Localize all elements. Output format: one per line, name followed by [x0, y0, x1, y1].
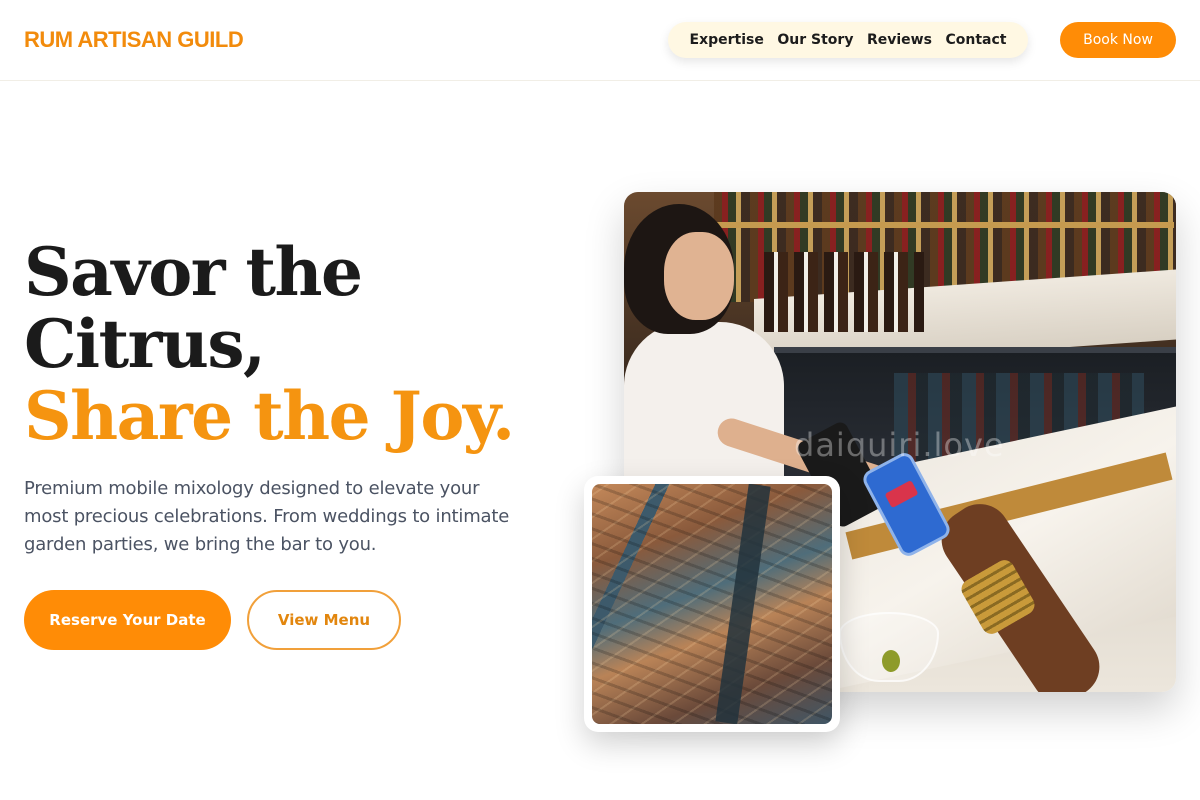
wine-bottles	[764, 252, 924, 332]
inset-photo-frame	[584, 476, 840, 732]
nav-link-reviews[interactable]: Reviews	[867, 32, 932, 48]
nav-link-our-story[interactable]: Our Story	[777, 32, 853, 48]
site-header: RUM ARTISAN GUILD Expertise Our Story Re…	[0, 0, 1200, 81]
coastal-rocks-photo	[592, 484, 832, 724]
headline-line-1: Savor the	[24, 233, 363, 311]
headline-accent: Share the Joy.	[24, 377, 515, 455]
reserve-date-button[interactable]: Reserve Your Date	[24, 590, 231, 650]
nav-link-expertise[interactable]: Expertise	[690, 32, 764, 48]
book-now-button[interactable]: Book Now	[1060, 22, 1176, 58]
hero-description: Premium mobile mixology designed to elev…	[24, 478, 510, 555]
brand-logo[interactable]: RUM ARTISAN GUILD	[24, 27, 244, 53]
headline-line-2: Citrus,	[24, 305, 266, 383]
bartender-face	[664, 232, 734, 320]
main-nav: Expertise Our Story Reviews Contact	[668, 22, 1028, 58]
nav-link-contact[interactable]: Contact	[945, 32, 1006, 48]
view-menu-button[interactable]: View Menu	[247, 590, 401, 650]
image-watermark: daiquiri.love	[794, 426, 1005, 464]
rock-crevice	[715, 484, 771, 724]
hero-headline: Savor the Citrus, Share the Joy.	[24, 236, 584, 452]
bartender-shirt	[624, 322, 784, 482]
shelf-rail	[714, 222, 1174, 228]
olive	[882, 650, 900, 672]
